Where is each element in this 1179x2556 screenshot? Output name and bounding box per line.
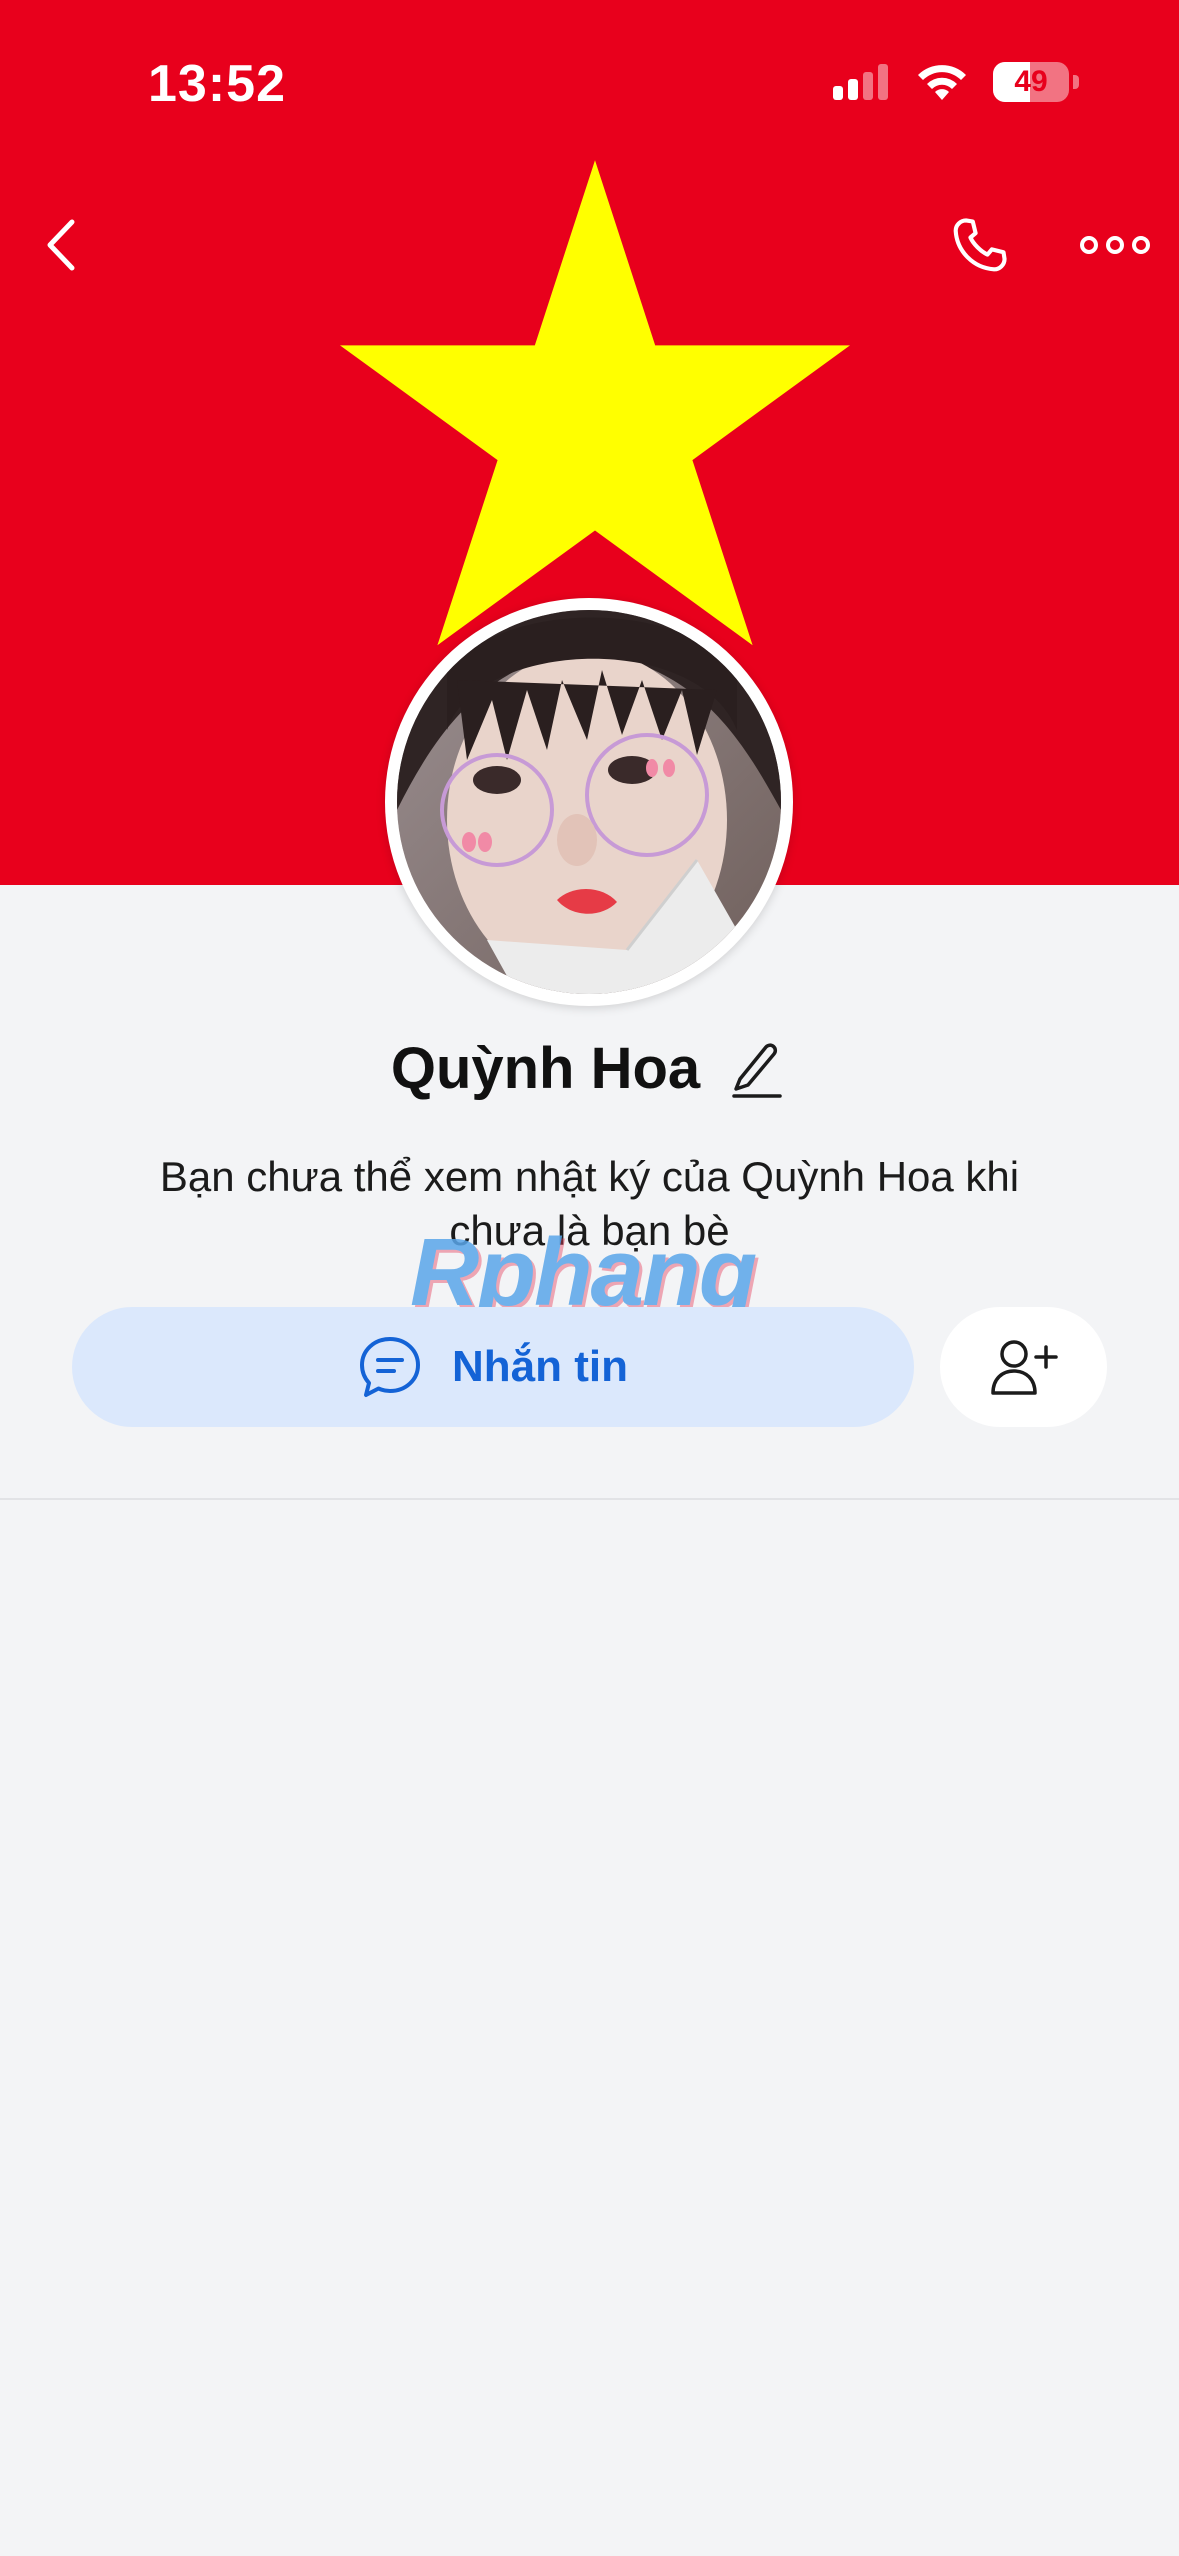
star-icon bbox=[340, 160, 850, 646]
profile-avatar[interactable] bbox=[385, 598, 793, 1006]
avatar-photo bbox=[397, 610, 781, 994]
message-button-label: Nhắn tin bbox=[452, 1342, 628, 1391]
back-button[interactable] bbox=[36, 205, 86, 285]
phone-icon bbox=[953, 218, 1007, 272]
battery-icon: 49 bbox=[993, 62, 1069, 102]
message-button[interactable]: Nhắn tin bbox=[72, 1307, 914, 1427]
chevron-left-icon bbox=[47, 219, 75, 271]
more-options-button[interactable] bbox=[1070, 205, 1160, 285]
add-friend-icon bbox=[990, 1340, 1058, 1395]
profile-page: 13:52 49 Quỳnh Hoa Bạn chưa thể xem nhật… bbox=[0, 0, 1179, 2556]
status-time: 13:52 bbox=[148, 55, 286, 113]
ellipsis-icon bbox=[1080, 236, 1150, 254]
cellular-signal-icon bbox=[833, 64, 888, 100]
edit-name-button[interactable] bbox=[724, 1037, 788, 1101]
status-icons: 49 bbox=[833, 62, 1079, 102]
name-row: Quỳnh Hoa bbox=[0, 1035, 1179, 1102]
chat-bubble-icon bbox=[360, 1337, 420, 1397]
battery-level: 49 bbox=[1014, 65, 1048, 98]
battery-cap bbox=[1073, 75, 1079, 89]
profile-name: Quỳnh Hoa bbox=[390, 1036, 701, 1101]
avatar-illustration bbox=[397, 610, 781, 994]
pencil-icon bbox=[732, 1042, 782, 1098]
profile-actions: Nhắn tin bbox=[72, 1307, 1107, 1427]
wifi-icon bbox=[918, 65, 966, 100]
section-divider bbox=[0, 1498, 1179, 1500]
call-button[interactable] bbox=[940, 205, 1020, 285]
add-friend-button[interactable] bbox=[940, 1307, 1107, 1427]
